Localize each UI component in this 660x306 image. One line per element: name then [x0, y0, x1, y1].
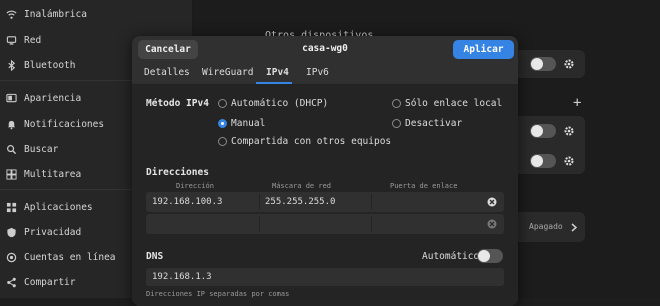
- tab-ipv6[interactable]: IPv6: [306, 67, 329, 78]
- share-icon: [4, 275, 18, 289]
- active-tab-indicator: [256, 82, 292, 84]
- radio-label: Manual: [231, 118, 266, 129]
- sidebar-item-label: Bluetooth: [24, 59, 76, 71]
- sidebar-item-label: Red: [24, 34, 42, 46]
- add-connection-button[interactable]: +: [573, 95, 581, 111]
- sidebar-item-label: Aplicaciones: [24, 201, 93, 213]
- radio-label: Sólo enlace local: [405, 98, 503, 109]
- address-input[interactable]: 192.168.100.3: [152, 192, 252, 212]
- radio-label: Desactivar: [405, 118, 463, 129]
- gateway-input[interactable]: [377, 214, 477, 234]
- apps-icon: [4, 200, 18, 214]
- gateway-input[interactable]: [377, 192, 477, 212]
- radio-button[interactable]: [218, 99, 227, 108]
- dns-label: DNS: [146, 251, 164, 262]
- chevron-right-icon: [571, 223, 578, 232]
- bell-icon: [4, 117, 18, 131]
- sidebar-item-label: Buscar: [24, 143, 59, 155]
- radio-disable[interactable]: Desactivar: [392, 118, 462, 129]
- radio-label: Compartida con otros equipos: [231, 136, 392, 147]
- radio-button-selected[interactable]: [218, 119, 227, 128]
- gear-icon[interactable]: [563, 58, 575, 70]
- privacy-icon: [4, 225, 18, 239]
- column-header-address: Dirección: [176, 182, 214, 190]
- addresses-label: Direcciones: [146, 167, 209, 178]
- netmask-input[interactable]: [265, 214, 365, 234]
- radio-manual[interactable]: Manual: [218, 118, 265, 129]
- device-toggle[interactable]: [530, 57, 556, 71]
- tab-details[interactable]: Detalles: [144, 67, 190, 78]
- accounts-icon: [4, 250, 18, 264]
- dialog-header: Cancelar casa-wg0 Aplicar: [132, 36, 518, 62]
- radio-label: Automático (DHCP): [231, 98, 329, 109]
- vpn-toggle[interactable]: [530, 124, 556, 138]
- netmask-input[interactable]: 255.255.255.0: [265, 192, 365, 212]
- cancel-button[interactable]: Cancelar: [138, 40, 198, 59]
- sidebar-item-label: Privacidad: [24, 226, 82, 238]
- radio-link-local[interactable]: Sólo enlace local: [392, 98, 502, 109]
- tab-wireguard[interactable]: WireGuard: [202, 67, 253, 78]
- dns-value: 192.168.1.3: [152, 272, 212, 282]
- radio-button[interactable]: [392, 99, 401, 108]
- ipv4-method-label: Método IPv4: [146, 98, 209, 109]
- vpn-toggle[interactable]: [530, 154, 556, 168]
- dns-input[interactable]: 192.168.1.3: [146, 268, 504, 286]
- appearance-icon: [4, 91, 18, 105]
- dns-auto-toggle[interactable]: [477, 249, 503, 263]
- ipv4-settings: Método IPv4 Automático (DHCP) Sólo enlac…: [132, 85, 518, 306]
- network-icon: [4, 33, 18, 47]
- gear-icon[interactable]: [563, 125, 575, 137]
- sidebar-item-label: Apariencia: [24, 92, 82, 104]
- bluetooth-icon: [4, 58, 18, 72]
- radio-button[interactable]: [218, 137, 227, 146]
- address-row: 192.168.100.3 255.255.255.0: [146, 192, 504, 212]
- sidebar-item-label: Compartir: [24, 276, 76, 288]
- tab-ipv4[interactable]: IPv4: [266, 67, 289, 78]
- wifi-icon: [4, 7, 18, 21]
- search-icon: [4, 142, 18, 156]
- sidebar-item-label: Multitarea: [24, 168, 82, 180]
- sidebar-item-label: Cuentas en línea: [24, 251, 116, 263]
- address-input[interactable]: [152, 214, 252, 234]
- tab-bar: Detalles WireGuard IPv4 IPv6: [132, 62, 518, 85]
- radio-dhcp[interactable]: Automático (DHCP): [218, 98, 328, 109]
- column-header-gateway: Puerta de enlace: [390, 182, 458, 190]
- column-header-netmask: Máscara de red: [272, 182, 332, 190]
- connection-dialog: Cancelar casa-wg0 Aplicar Detalles WireG…: [132, 36, 518, 306]
- gear-icon[interactable]: [563, 155, 575, 167]
- apply-button[interactable]: Aplicar: [453, 40, 514, 59]
- remove-address-icon[interactable]: [487, 219, 497, 229]
- dns-hint: Direcciones IP separadas por comas: [146, 290, 290, 298]
- sidebar-item-label: Inalámbrica: [24, 8, 87, 20]
- radio-button[interactable]: [392, 119, 401, 128]
- multitask-icon: [4, 167, 18, 181]
- remove-address-icon[interactable]: [487, 197, 497, 207]
- sidebar-item-label: Notificaciones: [24, 118, 105, 130]
- proxy-status: Apagado: [529, 222, 563, 231]
- address-row-empty: [146, 214, 504, 234]
- sidebar-item-wireless[interactable]: Inalámbrica: [0, 2, 192, 26]
- dialog-title: casa-wg0: [302, 43, 348, 54]
- dns-auto-label: Automático: [422, 251, 480, 262]
- radio-shared[interactable]: Compartida con otros equipos: [218, 136, 391, 147]
